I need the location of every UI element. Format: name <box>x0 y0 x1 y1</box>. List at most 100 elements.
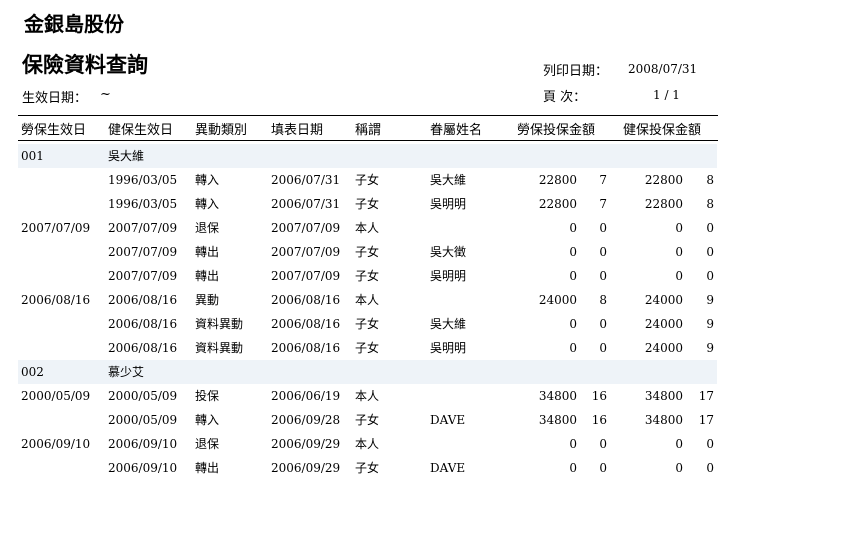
cell-change-type: 資料異動 <box>195 341 244 355</box>
cell-fill-date: 2006/06/19 <box>271 389 341 403</box>
cell-labor-date: 2007/07/09 <box>21 221 91 235</box>
cell-labor-amount: 0 <box>569 269 577 283</box>
col-header-labor-amount: 勞保投保金額 <box>517 123 596 138</box>
cell-health-amount: 0 <box>675 437 683 451</box>
cell-dependent-name: DAVE <box>430 413 466 427</box>
cell-change-type: 資料異動 <box>195 317 244 331</box>
cell-health-date: 2007/07/09 <box>108 221 178 235</box>
col-header-relation: 稱謂 <box>355 123 382 138</box>
cell-change-type: 轉出 <box>195 461 220 475</box>
cell-fill-date: 2006/09/29 <box>271 437 341 451</box>
cell-labor-amount: 0 <box>569 341 577 355</box>
report-title: 保險資料查詢 <box>22 52 148 77</box>
cell-fill-date: 2007/07/09 <box>271 245 341 259</box>
cell-relation: 子女 <box>355 341 380 355</box>
cell-dependent-name: DAVE <box>430 461 466 475</box>
cell-health-amount: 24000 <box>644 317 683 331</box>
cell-dependent-name: 吳大維 <box>430 317 467 331</box>
cell-health-date: 2006/09/10 <box>108 461 178 475</box>
col-header-health-amount: 健保投保金額 <box>623 123 702 138</box>
cell-health-amount: 22800 <box>644 173 683 187</box>
print-date-label: 列印日期： <box>543 64 609 79</box>
cell-health-date: 1996/03/05 <box>108 197 178 211</box>
cell-fill-date: 2006/09/28 <box>271 413 341 427</box>
cell-change-type: 轉出 <box>195 269 220 283</box>
cell-health-grade: 0 <box>706 269 714 283</box>
cell-change-type: 退保 <box>195 221 220 235</box>
cell-labor-date: 2006/09/10 <box>21 437 91 451</box>
col-header-change-type: 異動類別 <box>195 123 248 138</box>
cell-relation: 本人 <box>355 437 380 451</box>
cell-health-grade: 8 <box>706 197 714 211</box>
cell-relation: 子女 <box>355 461 380 475</box>
cell-health-grade: 17 <box>698 389 714 403</box>
group-employee-id: 001 <box>21 149 44 163</box>
cell-health-grade: 0 <box>706 221 714 235</box>
effective-date-label: 生效日期： <box>22 91 88 106</box>
cell-labor-amount: 34800 <box>538 389 577 403</box>
cell-dependent-name: 吳明明 <box>430 197 467 211</box>
cell-health-grade: 9 <box>706 293 714 307</box>
cell-dependent-name: 吳大徵 <box>430 245 467 259</box>
cell-change-type: 異動 <box>195 293 220 307</box>
cell-labor-grade: 16 <box>591 413 607 427</box>
col-header-labor-date: 勞保生效日 <box>21 123 87 138</box>
cell-health-amount: 34800 <box>644 389 683 403</box>
cell-health-date: 1996/03/05 <box>108 173 178 187</box>
cell-change-type: 轉入 <box>195 413 220 427</box>
cell-health-amount: 34800 <box>644 413 683 427</box>
effective-date-value: ~ <box>100 87 111 102</box>
cell-labor-amount: 0 <box>569 221 577 235</box>
cell-fill-date: 2006/09/29 <box>271 461 341 475</box>
cell-fill-date: 2007/07/09 <box>271 221 341 235</box>
cell-labor-amount: 24000 <box>538 293 577 307</box>
cell-labor-date: 2006/08/16 <box>21 293 91 307</box>
cell-health-grade: 9 <box>706 341 714 355</box>
cell-labor-grade: 7 <box>599 173 607 187</box>
cell-dependent-name: 吳明明 <box>430 341 467 355</box>
cell-health-grade: 0 <box>706 461 714 475</box>
print-date-value: 2008/07/31 <box>628 62 698 76</box>
cell-labor-grade: 7 <box>599 197 607 211</box>
cell-health-amount: 0 <box>675 269 683 283</box>
cell-labor-grade: 0 <box>599 317 607 331</box>
cell-fill-date: 2006/08/16 <box>271 293 341 307</box>
header-bottom-rule <box>18 140 718 141</box>
cell-health-amount: 22800 <box>644 197 683 211</box>
page-value: 1 / 1 <box>653 88 680 102</box>
cell-dependent-name: 吳明明 <box>430 269 467 283</box>
header-top-rule <box>18 115 718 116</box>
cell-relation: 本人 <box>355 389 380 403</box>
cell-change-type: 轉入 <box>195 173 220 187</box>
cell-health-date: 2000/05/09 <box>108 389 178 403</box>
cell-health-date: 2006/08/16 <box>108 341 178 355</box>
cell-relation: 子女 <box>355 317 380 331</box>
cell-dependent-name: 吳大維 <box>430 173 467 187</box>
cell-health-date: 2006/08/16 <box>108 317 178 331</box>
cell-health-grade: 17 <box>698 413 714 427</box>
cell-labor-grade: 0 <box>599 269 607 283</box>
cell-labor-grade: 0 <box>599 461 607 475</box>
cell-relation: 子女 <box>355 245 380 259</box>
cell-health-date: 2006/09/10 <box>108 437 178 451</box>
cell-labor-amount: 34800 <box>538 413 577 427</box>
cell-health-amount: 0 <box>675 245 683 259</box>
col-header-dependent-name: 眷屬姓名 <box>430 123 483 138</box>
cell-health-date: 2007/07/09 <box>108 269 178 283</box>
cell-relation: 本人 <box>355 221 380 235</box>
cell-labor-grade: 8 <box>599 293 607 307</box>
cell-labor-amount: 22800 <box>538 173 577 187</box>
company-name: 金銀島股份 <box>24 12 124 36</box>
group-employee-name: 吳大維 <box>108 149 145 163</box>
cell-health-amount: 24000 <box>644 293 683 307</box>
cell-labor-amount: 0 <box>569 437 577 451</box>
cell-health-grade: 0 <box>706 245 714 259</box>
cell-labor-amount: 0 <box>569 317 577 331</box>
group-employee-id: 002 <box>21 365 44 379</box>
cell-fill-date: 2006/08/16 <box>271 317 341 331</box>
cell-labor-amount: 0 <box>569 461 577 475</box>
cell-health-amount: 0 <box>675 221 683 235</box>
col-header-health-date: 健保生效日 <box>108 123 174 138</box>
cell-fill-date: 2007/07/09 <box>271 269 341 283</box>
cell-relation: 子女 <box>355 413 380 427</box>
